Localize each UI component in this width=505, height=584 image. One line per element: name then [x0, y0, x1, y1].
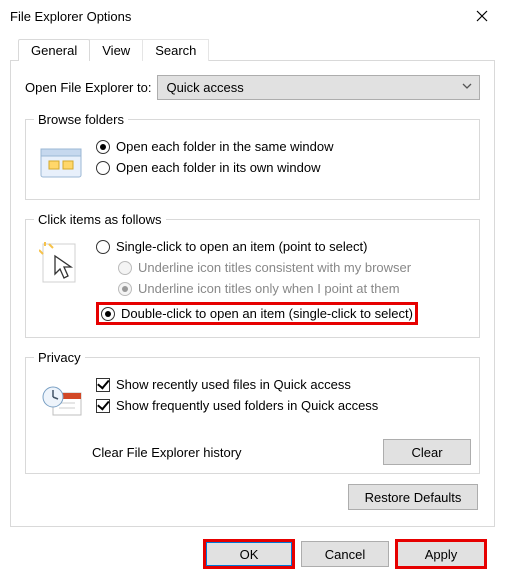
- radio-label: Underline icon titles only when I point …: [138, 281, 400, 296]
- click-legend: Click items as follows: [34, 212, 166, 227]
- radio-single-click[interactable]: Single-click to open an item (point to s…: [96, 239, 418, 254]
- radio-same-window[interactable]: Open each folder in the same window: [96, 139, 334, 154]
- tab-general[interactable]: General: [18, 39, 90, 61]
- checkbox-icon: [96, 378, 110, 392]
- check-recent-files[interactable]: Show recently used files in Quick access: [96, 377, 378, 392]
- radio-label: Single-click to open an item (point to s…: [116, 239, 367, 254]
- highlight-double-click: Double-click to open an item (single-cli…: [96, 302, 418, 325]
- radio-underline-point: Underline icon titles only when I point …: [118, 281, 418, 296]
- folder-window-icon: [38, 139, 86, 187]
- open-to-value: Quick access: [166, 80, 243, 95]
- restore-defaults-button[interactable]: Restore Defaults: [348, 484, 478, 510]
- radio-icon: [118, 282, 132, 296]
- history-clock-icon: [38, 377, 86, 425]
- check-label: Show recently used files in Quick access: [116, 377, 351, 392]
- check-frequent-folders[interactable]: Show frequently used folders in Quick ac…: [96, 398, 378, 413]
- chevron-down-icon: [461, 80, 473, 92]
- cancel-button[interactable]: Cancel: [301, 541, 389, 567]
- radio-icon: [96, 161, 110, 175]
- checkbox-icon: [96, 399, 110, 413]
- radio-double-click[interactable]: Double-click to open an item (single-cli…: [101, 306, 413, 321]
- clear-history-label: Clear File Explorer history: [92, 445, 383, 460]
- window-title: File Explorer Options: [10, 9, 459, 24]
- check-label: Show frequently used folders in Quick ac…: [116, 398, 378, 413]
- close-icon: [476, 10, 488, 22]
- radio-label: Double-click to open an item (single-cli…: [121, 306, 413, 321]
- tab-view[interactable]: View: [89, 39, 143, 61]
- open-to-select[interactable]: Quick access: [157, 75, 480, 100]
- ok-button[interactable]: OK: [205, 541, 293, 567]
- privacy-legend: Privacy: [34, 350, 85, 365]
- browse-legend: Browse folders: [34, 112, 128, 127]
- radio-label: Open each folder in the same window: [116, 139, 334, 154]
- radio-icon: [101, 307, 115, 321]
- open-to-label: Open File Explorer to:: [25, 80, 151, 95]
- tab-search[interactable]: Search: [142, 39, 209, 61]
- radio-label: Open each folder in its own window: [116, 160, 321, 175]
- radio-icon: [96, 140, 110, 154]
- clear-button[interactable]: Clear: [383, 439, 471, 465]
- radio-icon: [118, 261, 132, 275]
- radio-label: Underline icon titles consistent with my…: [138, 260, 411, 275]
- radio-icon: [96, 240, 110, 254]
- close-button[interactable]: [459, 0, 505, 32]
- radio-own-window[interactable]: Open each folder in its own window: [96, 160, 334, 175]
- apply-button[interactable]: Apply: [397, 541, 485, 567]
- radio-underline-browser: Underline icon titles consistent with my…: [118, 260, 418, 275]
- click-cursor-icon: [38, 239, 86, 287]
